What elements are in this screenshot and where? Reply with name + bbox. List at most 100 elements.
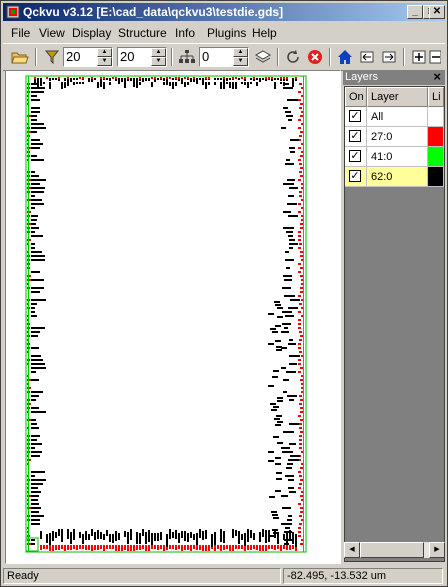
layer-visibility-checkbox[interactable]: ✓ xyxy=(349,170,361,182)
depth-stepper[interactable]: 0 ▲ ▼ xyxy=(199,47,249,67)
zoom-out-button[interactable] xyxy=(428,47,442,67)
label-mark xyxy=(208,82,210,85)
label-mark xyxy=(130,529,132,540)
label-mark xyxy=(187,533,189,542)
label-mark xyxy=(73,529,75,540)
pad-mark xyxy=(127,545,129,551)
spin-up-icon[interactable]: ▲ xyxy=(233,48,248,57)
menu-file[interactable]: File xyxy=(11,26,30,40)
layer-row[interactable]: ✓ 62:0 xyxy=(345,167,445,187)
label-mark xyxy=(274,418,280,420)
pad-mark xyxy=(43,545,45,549)
pad-mark xyxy=(94,545,96,550)
pan-left-button[interactable] xyxy=(356,47,378,67)
stop-button[interactable] xyxy=(304,47,326,67)
label-mark xyxy=(244,533,246,546)
scroll-right-icon[interactable]: ▶ xyxy=(429,542,445,558)
layer-color-swatch[interactable] xyxy=(428,167,444,187)
label-mark xyxy=(31,127,46,129)
label-mark xyxy=(130,78,132,81)
close-panel-icon[interactable]: × xyxy=(433,69,441,84)
layer-row[interactable]: ✓ 41:0 xyxy=(345,147,445,167)
close-button[interactable]: ✕ xyxy=(429,5,445,19)
pad-mark xyxy=(299,423,302,425)
layer-row[interactable]: ✓ All xyxy=(345,107,445,127)
label-mark xyxy=(290,139,299,141)
pad-mark xyxy=(298,91,301,93)
hierarchy-button[interactable] xyxy=(176,47,198,67)
spin-up-icon[interactable]: ▲ xyxy=(151,48,166,57)
label-mark xyxy=(31,487,38,489)
scroll-thumb[interactable] xyxy=(360,542,424,558)
scroll-left-icon[interactable]: ◀ xyxy=(344,542,360,558)
label-mark xyxy=(289,239,295,241)
spin-down-icon[interactable]: ▼ xyxy=(233,57,248,66)
label-mark xyxy=(289,147,295,149)
menu-view[interactable]: View xyxy=(39,26,65,40)
menu-structure[interactable]: Structure xyxy=(118,26,167,40)
title-bar[interactable]: Qckvu v3.12 [E:\cad_data\qckvu3\testdie.… xyxy=(3,3,445,21)
layers-horizontal-scrollbar[interactable]: ◀ ▶ xyxy=(344,542,445,558)
home-view-button[interactable] xyxy=(334,47,356,67)
label-mark xyxy=(283,534,285,540)
label-mark xyxy=(285,111,291,113)
menu-help[interactable]: Help xyxy=(252,26,277,40)
column-header-layer[interactable]: Layer xyxy=(367,87,428,107)
label-mark xyxy=(281,447,290,449)
layers-panel-title[interactable]: Layers × xyxy=(343,69,445,85)
pan-right-button[interactable] xyxy=(378,47,400,67)
spin-down-icon[interactable]: ▼ xyxy=(97,57,112,66)
label-mark xyxy=(220,82,222,89)
label-mark xyxy=(273,406,279,408)
label-mark xyxy=(31,359,43,361)
zoom-in-button[interactable] xyxy=(408,47,430,67)
layer-visibility-checkbox[interactable]: ✓ xyxy=(349,130,361,142)
label-mark xyxy=(172,82,174,89)
pad-mark xyxy=(300,399,303,401)
toolbar: 20 ▲ ▼ 20 ▲ ▼ 0 ▲ ▼ xyxy=(3,43,445,71)
label-mark xyxy=(281,495,288,497)
layer-name-cell: All xyxy=(367,107,428,127)
label-mark xyxy=(289,247,293,249)
pad-mark xyxy=(300,495,303,497)
pad-mark xyxy=(298,527,301,529)
layer-color-swatch[interactable] xyxy=(428,147,444,167)
minimize-button[interactable]: _ xyxy=(407,5,423,19)
filter-button[interactable] xyxy=(41,47,63,67)
label-mark xyxy=(31,227,39,229)
pad-mark xyxy=(300,367,303,369)
level-from-stepper[interactable]: 20 ▲ ▼ xyxy=(63,47,113,67)
label-mark xyxy=(49,533,51,545)
menu-plugins[interactable]: Plugins xyxy=(207,26,246,40)
open-file-button[interactable] xyxy=(9,47,31,67)
layers-button[interactable] xyxy=(252,47,274,67)
label-mark xyxy=(136,82,138,88)
level-to-stepper[interactable]: 20 ▲ ▼ xyxy=(117,47,167,67)
pad-mark xyxy=(118,545,120,551)
layer-visibility-checkbox[interactable]: ✓ xyxy=(349,150,361,162)
layer-row[interactable]: ✓ 27:0 xyxy=(345,127,445,147)
layer-color-swatch[interactable] xyxy=(428,127,444,147)
layer-color-swatch[interactable] xyxy=(428,107,444,127)
spin-up-icon[interactable]: ▲ xyxy=(97,48,112,57)
label-mark xyxy=(31,435,40,437)
label-mark xyxy=(31,307,35,309)
layout-drawing[interactable] xyxy=(6,71,340,563)
window-title: Qckvu v3.12 [E:\cad_data\qckvu3\testdie.… xyxy=(23,5,284,19)
column-header-color[interactable]: Li xyxy=(428,87,444,107)
label-mark xyxy=(282,451,293,453)
menu-display[interactable]: Display xyxy=(72,26,111,40)
layer-name: 27:0 xyxy=(371,131,393,143)
column-header-on[interactable]: On xyxy=(345,87,367,107)
refresh-button[interactable] xyxy=(282,47,304,67)
spin-down-icon[interactable]: ▼ xyxy=(151,57,166,66)
menu-info[interactable]: Info xyxy=(175,26,195,40)
layer-visibility-cell: ✓ xyxy=(345,127,367,147)
layer-visibility-checkbox[interactable]: ✓ xyxy=(349,110,361,122)
pad-mark xyxy=(241,77,243,79)
layout-canvas[interactable] xyxy=(5,70,341,564)
label-mark xyxy=(31,523,40,525)
label-mark xyxy=(287,203,297,205)
label-mark xyxy=(285,527,290,529)
label-mark xyxy=(290,299,300,301)
